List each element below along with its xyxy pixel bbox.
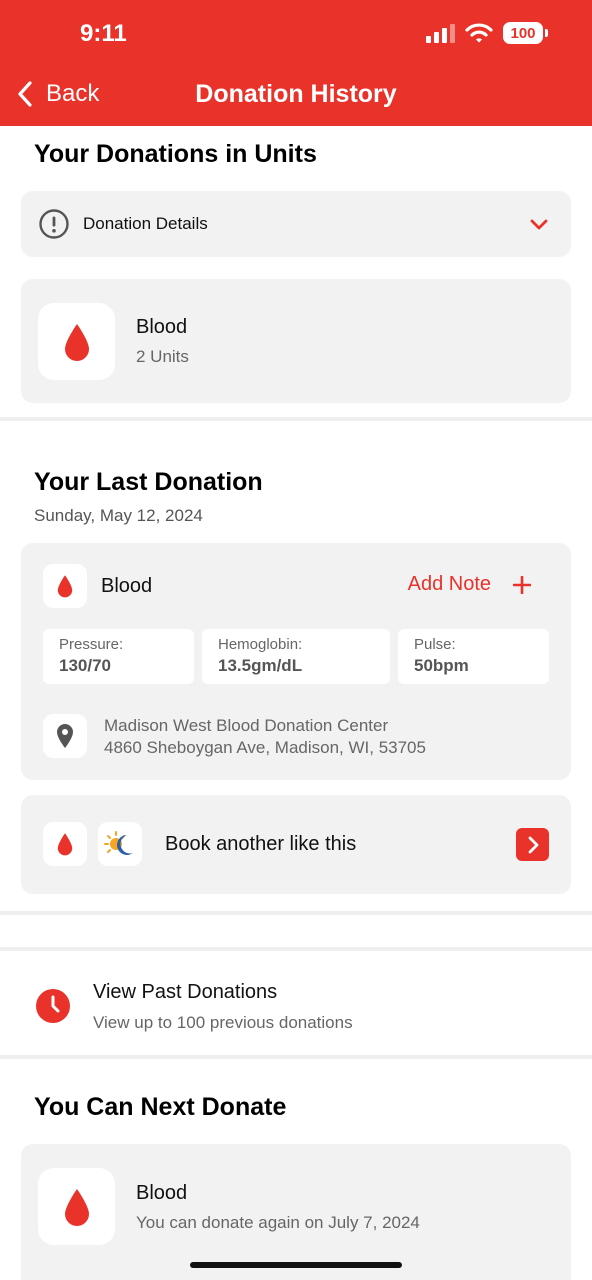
section-divider [0,1055,592,1059]
blood-icon-tile [43,822,87,866]
vital-hemoglobin: Hemoglobin: 13.5gm/dL [202,629,390,684]
battery-icon: 100 [503,22,543,44]
next-donate-name: Blood [136,1182,188,1204]
view-past-donations-row[interactable]: View Past Donations View up to 100 previ… [0,951,592,1055]
donation-details-dropdown[interactable]: Donation Details [21,191,571,257]
chevron-left-icon [18,81,32,107]
section-divider [0,911,592,915]
plus-icon [513,575,531,594]
book-another-button[interactable]: Book another like this [21,795,571,894]
vital-value: 13.5gm/dL [218,656,303,675]
location-address: 4860 Sheboygan Ave, Madison, WI, 53705 [104,738,426,757]
units-card: Blood 2 Units [21,279,571,403]
blood-icon-tile [38,303,115,380]
status-time: 9:11 [80,20,127,47]
blood-drop-icon [57,833,73,856]
donation-type: Blood [101,575,153,597]
chevron-right-button [516,828,549,861]
next-donate-card: Blood You can donate again on July 7, 20… [21,1144,571,1280]
location-pin-icon [57,724,73,748]
location-icon-tile [43,714,87,758]
units-item-count: 2 Units [136,347,189,366]
status-icons: 100 [426,22,548,44]
info-icon [39,209,69,239]
vital-label: Hemoglobin: [218,636,303,653]
vital-label: Pressure: [59,636,124,653]
next-donate-detail: You can donate again on July 7, 2024 [136,1213,420,1232]
location-info: Madison West Blood Donation Center 4860 … [104,715,426,759]
blood-icon-tile [43,564,87,608]
location-name: Madison West Blood Donation Center [104,716,389,735]
vital-value: 50bpm [414,656,469,675]
back-button[interactable]: Back [16,80,99,108]
book-another-label: Book another like this [165,833,357,855]
past-donations-subtitle: View up to 100 previous donations [93,1013,353,1032]
wifi-icon [465,23,493,43]
section-divider [0,417,592,421]
blood-icon-tile [38,1168,115,1245]
add-note-button[interactable]: Add Note [408,573,531,596]
top-bar: 9:11 100 Back Donation History [0,0,592,126]
signal-icon [426,23,455,43]
units-item-name: Blood [136,316,188,338]
blood-drop-icon [64,1188,89,1226]
vital-pressure: Pressure: 130/70 [43,629,194,684]
blood-drop-icon [57,575,73,598]
blood-drop-icon [64,323,89,361]
vital-value: 130/70 [59,656,111,675]
add-note-label: Add Note [407,573,491,595]
clock-icon [36,989,70,1023]
units-heading: Your Donations in Units [34,140,317,168]
last-donation-heading: Your Last Donation [34,468,263,496]
donation-details-label: Donation Details [83,214,208,233]
day-night-icon [104,831,133,855]
back-label: Back [46,80,100,107]
last-donation-date: Sunday, May 12, 2024 [34,506,203,525]
past-donations-title: View Past Donations [93,981,278,1003]
day-night-tile [98,822,142,866]
vital-label: Pulse: [414,636,456,653]
chevron-down-icon [530,219,548,230]
last-donation-card: Blood Add Note Pressure: 130/70 Hemoglob… [21,543,571,780]
next-donate-heading: You Can Next Donate [34,1093,287,1121]
home-indicator[interactable] [190,1262,402,1268]
vital-pulse: Pulse: 50bpm [398,629,549,684]
chevron-right-icon [528,836,538,853]
